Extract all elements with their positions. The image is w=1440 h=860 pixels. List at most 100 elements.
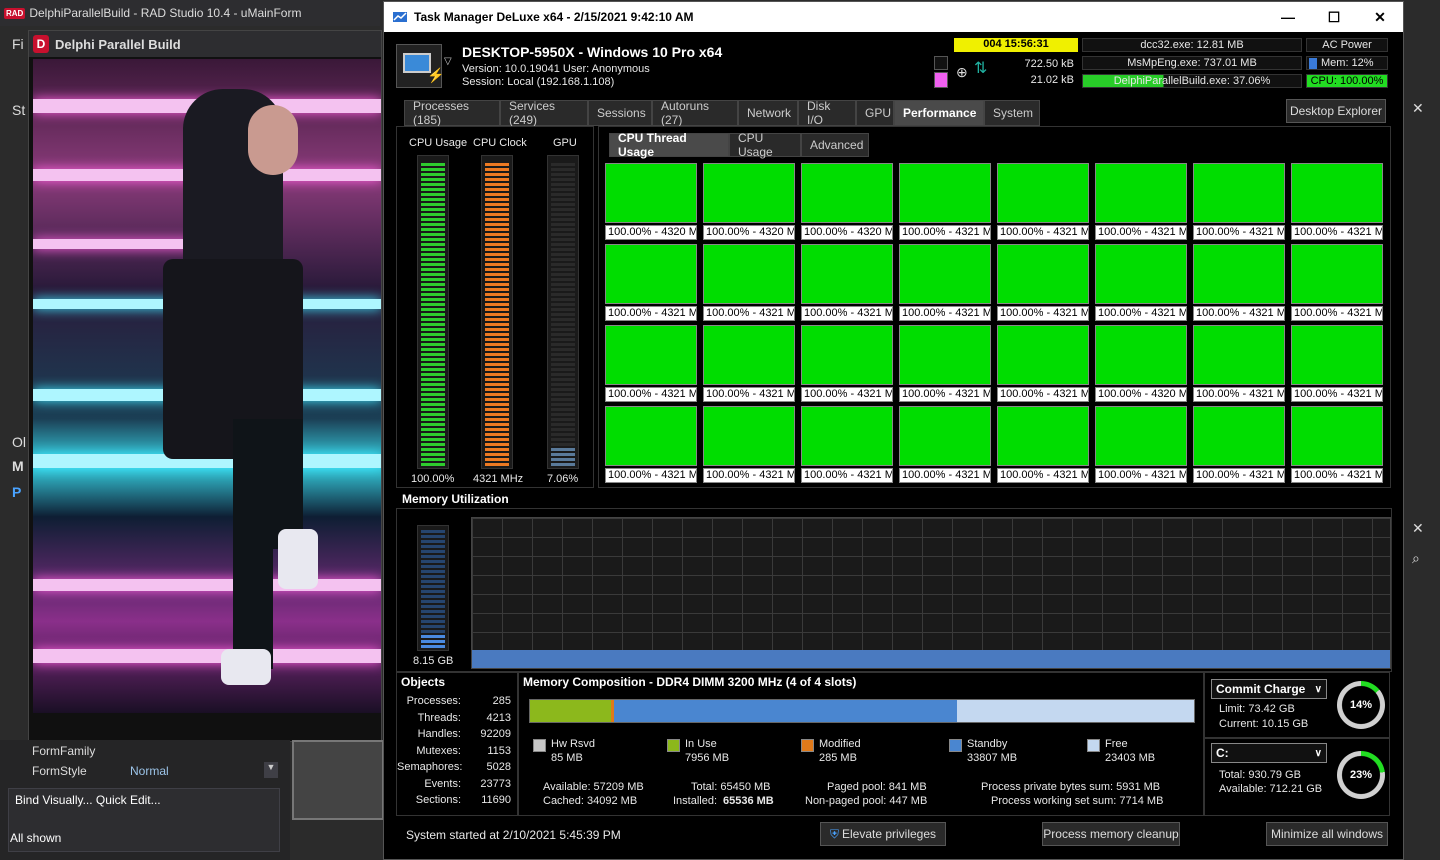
subtab-cpu-usage[interactable]: CPU Usage [729,131,801,159]
tab-performance[interactable]: Performance [894,100,984,126]
thread-tile: 100.00% - 4320 M [1095,325,1187,404]
cpu-usage-gauge [417,155,449,469]
search-icon[interactable]: ⌕ [1412,550,1420,567]
close-icon[interactable]: ✕ [1412,520,1424,537]
dpb-titlebar[interactable]: D Delphi Parallel Build [29,31,381,57]
thread-graph [899,244,991,304]
thread-label: 100.00% - 4321 M [899,225,991,240]
thread-tile: 100.00% - 4321 M [605,325,697,404]
thread-graph [801,406,893,466]
ide-menu-file[interactable]: Fi [12,36,24,52]
minimize-all-windows-button[interactable]: Minimize all windows [1266,822,1388,846]
gauge-label-cpu: CPU Usage [409,137,468,149]
chevron-down-icon[interactable]: ▼ [264,762,278,778]
composition-bar [529,699,1195,723]
thread-graph [605,325,697,385]
thread-graph [1291,163,1383,223]
thread-label: 100.00% - 4321 M [1193,306,1285,321]
host-name: DESKTOP-5950X - Windows 10 Pro x64 [462,44,723,60]
legend-value: 85 MB [551,752,583,764]
top-proc-2: MsMpEng.exe: 737.01 MB [1082,56,1302,70]
private-bytes-sum: Process private bytes sum: 5931 MB [981,781,1161,793]
tab-processes[interactable]: Processes (185) [404,99,500,127]
thread-label: 100.00% - 4321 M [1095,468,1187,483]
thread-graph [899,406,991,466]
objects-panel: Objects Processes: 285 Threads: 4213 Handles… [396,672,518,816]
composition-title: Memory Composition - DDR4 DIMM 3200 MHz … [523,675,857,689]
tm-titlebar[interactable]: Task Manager DeLuxe x64 - 2/15/2021 9:42… [384,2,1403,32]
drive-panel: C: ∨ Total: 930.79 GB Available: 712.21 G… [1204,738,1390,816]
bind-visually-link[interactable]: Bind Visually... Quick Edit... [15,793,161,807]
memory-used-value: 8.15 GB [413,655,454,667]
thread-label: 100.00% - 4321 M [997,387,1089,402]
thread-tile: 100.00% - 4321 M [1193,163,1285,242]
tab-autoruns[interactable]: Autoruns (27) [652,99,738,127]
tab-sessions[interactable]: Sessions [588,100,652,126]
nonpaged-pool-value: Non-paged pool: 447 MB [805,795,928,807]
thread-graph [703,325,795,385]
thread-graph [1193,325,1285,385]
power-status: AC Power [1306,38,1388,52]
mem-status: Mem: 12% [1306,56,1388,70]
object-label: Events: [424,777,461,790]
thread-graph [605,163,697,223]
net-download: 21.02 kB [1030,74,1074,86]
ide-right-strip: ✕ ✕ ⌕ [1404,0,1440,860]
minimize-icon[interactable]: — [1265,2,1311,32]
thread-graph [1291,244,1383,304]
commit-select[interactable]: Commit Charge ∨ [1211,679,1327,699]
chevron-down-icon: ∨ [1314,747,1322,759]
thread-tile: 100.00% - 4321 M [899,325,991,404]
ide-titlebar[interactable]: RAD DelphiParallelBuild - RAD Studio 10.… [0,0,380,26]
subtab-cpu-thread-usage[interactable]: CPU Thread Usage [609,131,729,159]
all-shown-label: All shown [10,831,62,845]
computer-icon[interactable]: ⚡ [396,44,444,88]
thread-label: 100.00% - 4321 M [801,468,893,483]
gpu-gauge [547,155,579,469]
rad-studio-logo-icon: RAD [4,7,26,19]
composition-panel: Memory Composition - DDR4 DIMM 3200 MHz … [518,672,1204,816]
thread-tile: 100.00% - 4321 M [1193,244,1285,323]
desktop-explorer-button[interactable]: Desktop Explorer [1286,99,1386,123]
composition-segment [614,700,957,722]
tab-system[interactable]: System [984,100,1040,126]
close-icon[interactable]: ✕ [1412,100,1424,117]
thread-grid: 100.00% - 4320 M 100.00% - 4320 M 100.00% … [605,163,1389,485]
thread-tile: 100.00% - 4321 M [1095,163,1187,242]
legend-name: Standby [967,738,1008,750]
tab-disk-io[interactable]: Disk I/O [798,99,856,127]
thread-label: 100.00% - 4321 M [1095,306,1187,321]
tab-services[interactable]: Services (249) [500,99,588,127]
task-manager-icon [393,12,407,22]
subtab-advanced[interactable]: Advanced [801,133,869,157]
thread-tile: 100.00% - 4321 M [1291,244,1383,323]
form-thumbnail [292,740,384,820]
maximize-icon[interactable]: ☐ [1311,2,1357,32]
chevron-down-icon[interactable]: ▽ [444,56,452,67]
thread-tile: 100.00% - 4321 M [605,244,697,323]
thread-tile: 100.00% - 4320 M [801,163,893,242]
prop-value[interactable]: Normal [130,764,169,778]
installed-label: Installed: [673,795,718,807]
thread-label: 100.00% - 4321 M [1291,306,1383,321]
drive-available: Available: 712.21 GB [1219,783,1323,795]
task-manager-window: Task Manager DeLuxe x64 - 2/15/2021 9:42… [383,1,1404,860]
tm-header: ⚡ ▽ DESKTOP-5950X - Windows 10 Pro x64 V… [384,32,1403,94]
legend-swatch [801,739,814,752]
prop-name: FormStyle [32,764,87,778]
process-memory-cleanup-button[interactable]: Process memory cleanup [1042,822,1180,846]
thread-tile: 100.00% - 4321 M [801,406,893,485]
thread-graph [1095,325,1187,385]
tab-gpu[interactable]: GPU [856,100,894,126]
tab-network[interactable]: Network [738,100,798,126]
gauge-label-clock: CPU Clock [473,137,527,149]
thread-label: 100.00% - 4321 M [1193,387,1285,402]
close-icon[interactable]: ✕ [1357,2,1403,32]
commit-ring: 14% [1337,681,1385,729]
object-value: 92209 [480,728,511,740]
thread-tile: 100.00% - 4321 M [1095,244,1187,323]
thread-graph [703,244,795,304]
drive-select[interactable]: C: ∨ [1211,743,1327,763]
thread-label: 100.00% - 4321 M [997,306,1089,321]
elevate-privileges-button[interactable]: ⛨ Elevate privileges [820,822,946,846]
